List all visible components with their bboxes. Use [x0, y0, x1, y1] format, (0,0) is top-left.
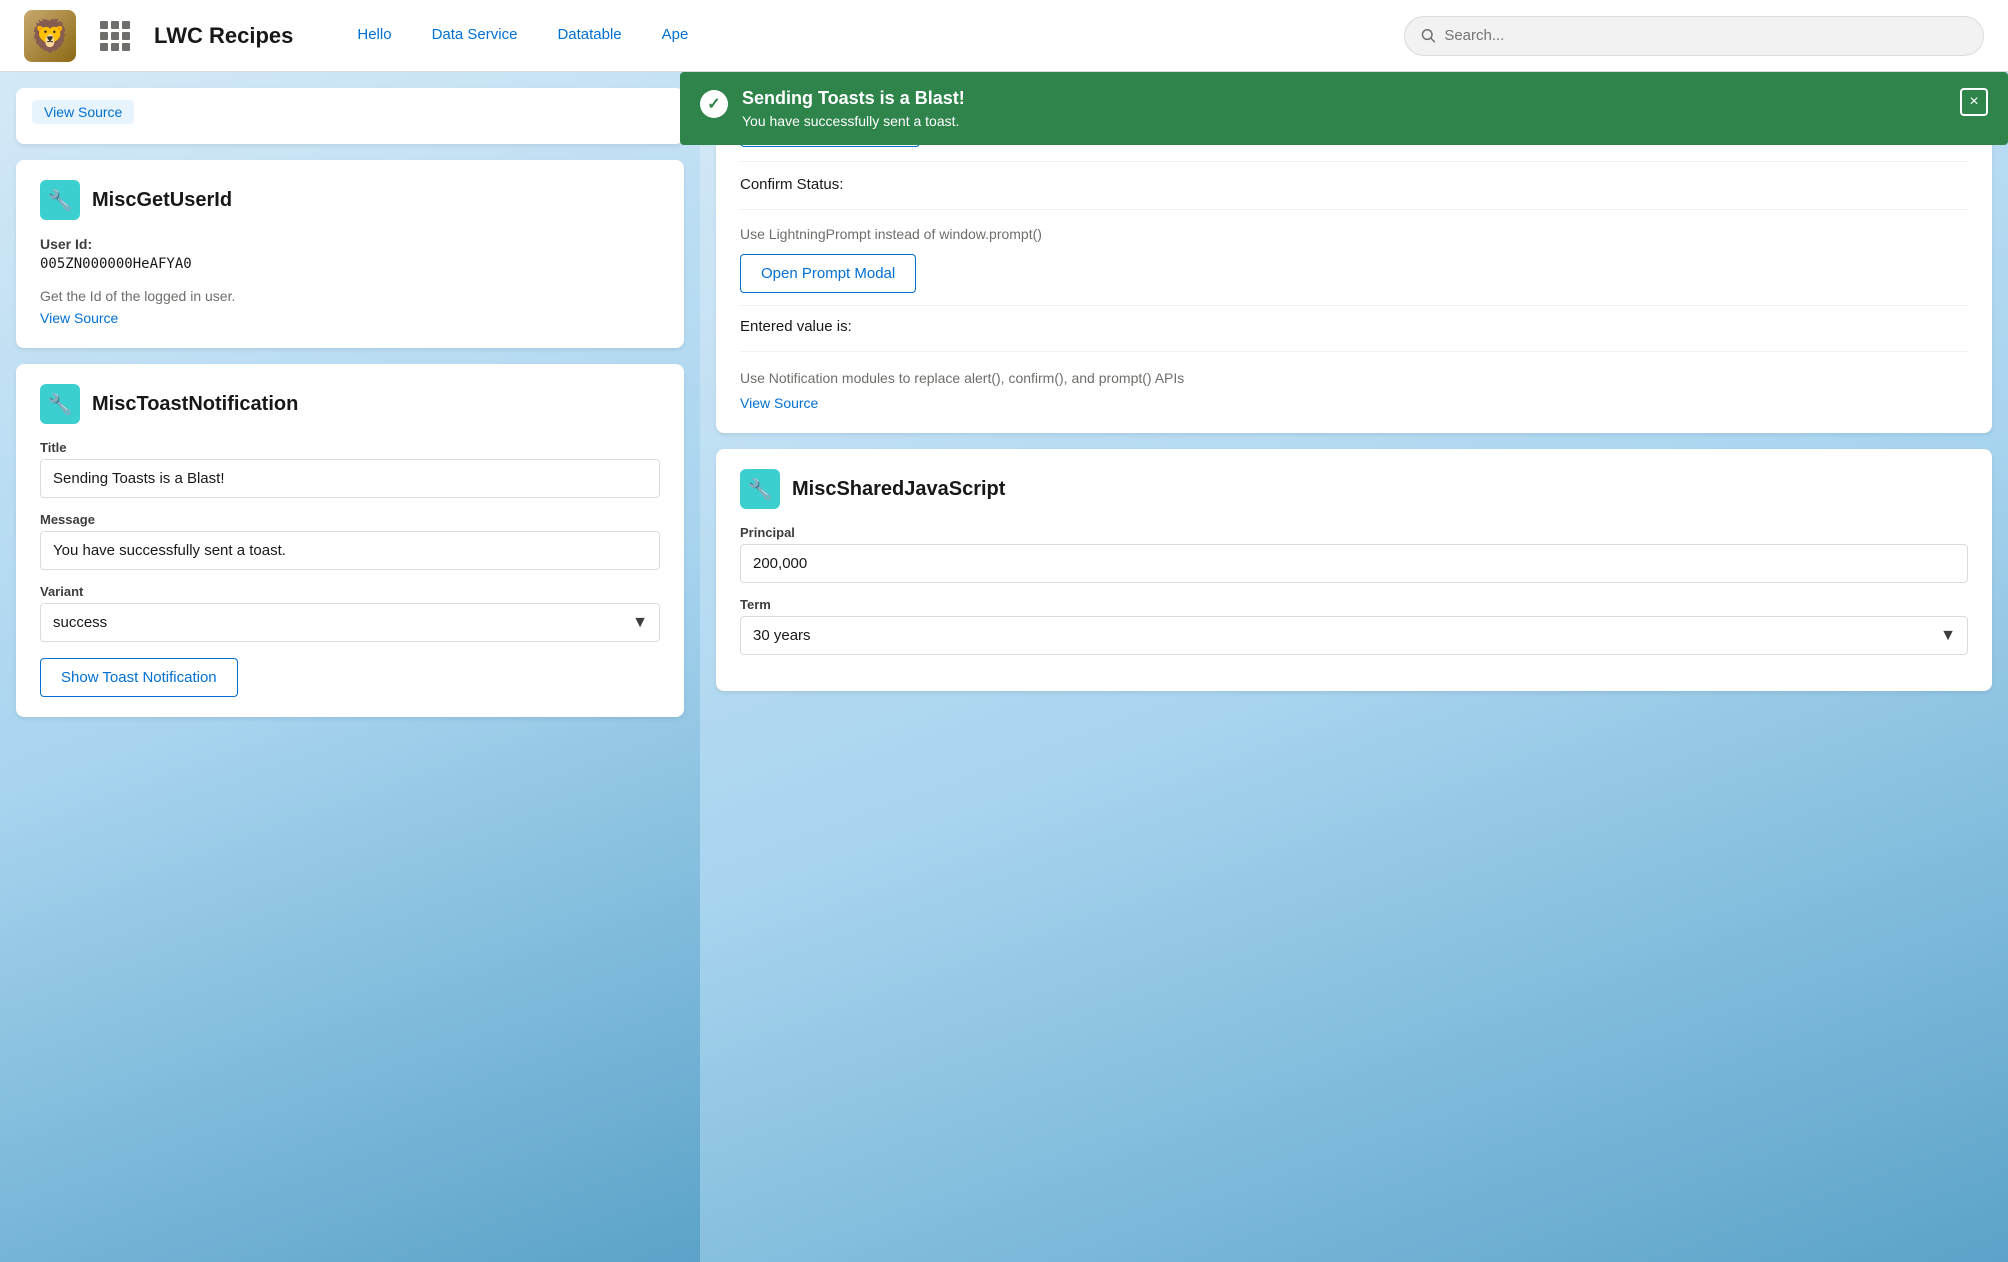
search-box[interactable] [1404, 16, 1984, 56]
nav-tabs: Hello Data Service Datatable Ape [341, 0, 704, 72]
card-header: 🔧 MiscGetUserId [40, 180, 660, 220]
principal-input[interactable] [740, 544, 1968, 583]
misc-shared-title: MiscSharedJavaScript [792, 478, 1005, 501]
notification-description: Use Notification modules to replace aler… [740, 368, 1968, 389]
toast-title-input[interactable] [40, 459, 660, 498]
toast-variant-label: Variant [40, 584, 660, 599]
user-id-value: 005ZN000000HeAFYA0 [40, 256, 660, 272]
toast-content: Sending Toasts is a Blast! You have succ… [742, 88, 1946, 129]
nav-tab-datatable[interactable]: Datatable [541, 0, 637, 72]
misc-get-user-id-card: 🔧 MiscGetUserId User Id: 005ZN000000HeAF… [16, 160, 684, 348]
toast-variant-select[interactable]: success info warning error [40, 603, 660, 642]
prompt-description: Use LightningPrompt instead of window.pr… [740, 226, 1968, 242]
main-content: View Source 🔧 MiscGetUserId User Id: 005… [0, 72, 2008, 1262]
get-user-id-view-source[interactable]: View Source [40, 310, 118, 326]
right-panel: Open Confirm Modal Confirm Status: Use L… [700, 72, 2008, 1262]
toast-success-icon: ✓ [700, 90, 728, 118]
toast-message-input[interactable] [40, 531, 660, 570]
toast-title: Sending Toasts is a Blast! [742, 88, 1946, 109]
view-source-partial-link[interactable]: View Source [32, 100, 134, 124]
nav-tab-data-service[interactable]: Data Service [416, 0, 534, 72]
misc-shared-javascript-card: 🔧 MiscSharedJavaScript Principal Term 30… [716, 449, 1992, 691]
toast-message-label: Message [40, 512, 660, 527]
toast-notification: ✓ Sending Toasts is a Blast! You have su… [680, 72, 2008, 145]
misc-get-user-id-title: MiscGetUserId [92, 189, 232, 212]
user-id-label: User Id: [40, 236, 660, 252]
toast-card-icon-wrench: 🔧 [40, 384, 80, 424]
toast-title-label: Title [40, 440, 660, 455]
section-divider-2 [740, 351, 1968, 352]
toast-variant-wrapper: success info warning error ▼ [40, 603, 660, 642]
shared-card-header: 🔧 MiscSharedJavaScript [740, 469, 1968, 509]
grid-menu-icon[interactable] [100, 21, 130, 51]
show-toast-button[interactable]: Show Toast Notification [40, 658, 238, 697]
term-select[interactable]: 30 years 15 years 10 years [740, 616, 1968, 655]
top-bar: 🦁 LWC Recipes Hello Data Service Datatab… [0, 0, 2008, 72]
nav-tab-hello[interactable]: Hello [341, 0, 407, 72]
term-label: Term [740, 597, 1968, 612]
app-name: LWC Recipes [154, 23, 293, 49]
nav-tab-ape[interactable]: Ape [646, 0, 705, 72]
open-prompt-modal-button[interactable]: Open Prompt Modal [740, 254, 916, 293]
search-input[interactable] [1444, 27, 1967, 44]
misc-toast-title: MiscToastNotification [92, 393, 298, 416]
shared-card-icon-wrench: 🔧 [740, 469, 780, 509]
misc-toast-notification-card: 🔧 MiscToastNotification Title Message Va… [16, 364, 684, 717]
get-user-id-description: Get the Id of the logged in user. [40, 288, 660, 304]
principal-label: Principal [740, 525, 1968, 540]
toast-message: You have successfully sent a toast. [742, 113, 1946, 129]
search-icon [1421, 28, 1436, 44]
entered-value: Entered value is: [740, 305, 1968, 335]
view-source-partial-card: View Source [16, 88, 684, 144]
section-divider-1 [740, 209, 1968, 210]
toast-close-button[interactable]: × [1960, 88, 1988, 116]
confirm-status: Confirm Status: [740, 161, 1968, 193]
app-logo: 🦁 [24, 10, 76, 62]
toast-card-header: 🔧 MiscToastNotification [40, 384, 660, 424]
card-icon-wrench: 🔧 [40, 180, 80, 220]
left-panel: View Source 🔧 MiscGetUserId User Id: 005… [0, 72, 700, 1262]
term-select-wrapper: 30 years 15 years 10 years ▼ [740, 616, 1968, 655]
notification-view-source[interactable]: View Source [740, 395, 818, 411]
